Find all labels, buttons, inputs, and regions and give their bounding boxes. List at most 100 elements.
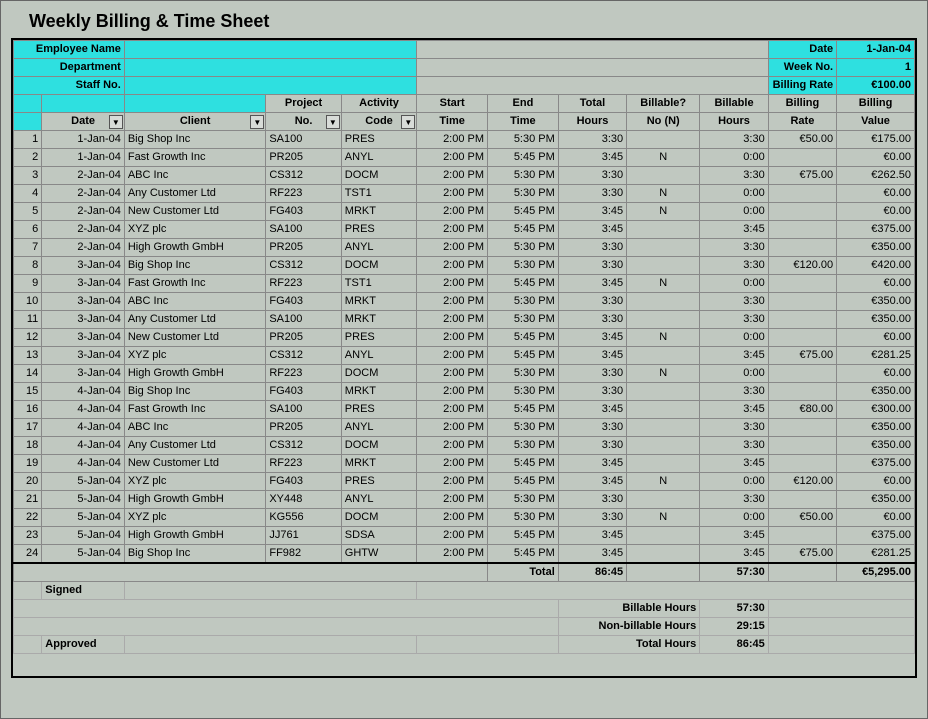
cell-end[interactable]: 5:30 PM (488, 257, 559, 275)
cell-billable-flag[interactable] (627, 401, 700, 419)
cell-client[interactable]: High Growth GmbH (124, 239, 266, 257)
cell-client[interactable]: ABC Inc (124, 293, 266, 311)
cell-project[interactable]: SA100 (266, 311, 341, 329)
cell-project[interactable]: RF223 (266, 185, 341, 203)
cell-start[interactable]: 2:00 PM (417, 185, 488, 203)
cell-activity[interactable]: DOCM (341, 167, 416, 185)
cell-start[interactable]: 2:00 PM (417, 329, 488, 347)
cell-start[interactable]: 2:00 PM (417, 149, 488, 167)
cell-project[interactable]: PR205 (266, 329, 341, 347)
cell-billing-rate[interactable] (768, 329, 836, 347)
cell-client[interactable]: XYZ plc (124, 509, 266, 527)
cell-start[interactable]: 2:00 PM (417, 473, 488, 491)
cell-project[interactable]: JJ761 (266, 527, 341, 545)
cell-start[interactable]: 2:00 PM (417, 221, 488, 239)
cell-billable-flag[interactable] (627, 311, 700, 329)
cell-activity[interactable]: PRES (341, 131, 416, 149)
cell-billing-rate[interactable] (768, 185, 836, 203)
cell-date[interactable]: 2-Jan-04 (42, 203, 125, 221)
filter-icon[interactable]: ▼ (401, 115, 415, 129)
cell-end[interactable]: 5:30 PM (488, 185, 559, 203)
cell-end[interactable]: 5:45 PM (488, 149, 559, 167)
cell-date[interactable]: 3-Jan-04 (42, 347, 125, 365)
cell-client[interactable]: High Growth GmbH (124, 365, 266, 383)
approved-line[interactable] (124, 636, 416, 654)
cell-billing-rate[interactable]: €50.00 (768, 509, 836, 527)
cell-date[interactable]: 4-Jan-04 (42, 401, 125, 419)
cell-client[interactable]: New Customer Ltd (124, 203, 266, 221)
filter-icon[interactable]: ▼ (109, 115, 123, 129)
cell-billing-rate[interactable]: €75.00 (768, 347, 836, 365)
cell-client[interactable]: Any Customer Ltd (124, 311, 266, 329)
cell-billable-flag[interactable]: N (627, 473, 700, 491)
cell-project[interactable]: CS312 (266, 347, 341, 365)
cell-date[interactable]: 2-Jan-04 (42, 239, 125, 257)
cell-client[interactable]: High Growth GmbH (124, 491, 266, 509)
cell-project[interactable]: PR205 (266, 419, 341, 437)
cell-date[interactable]: 3-Jan-04 (42, 365, 125, 383)
cell-client[interactable]: Fast Growth Inc (124, 149, 266, 167)
cell-billable-flag[interactable] (627, 491, 700, 509)
cell-billable-flag[interactable] (627, 437, 700, 455)
cell-client[interactable]: Fast Growth Inc (124, 401, 266, 419)
cell-project[interactable]: FG403 (266, 383, 341, 401)
cell-client[interactable]: XYZ plc (124, 221, 266, 239)
cell-date[interactable]: 5-Jan-04 (42, 491, 125, 509)
cell-date[interactable]: 3-Jan-04 (42, 329, 125, 347)
cell-billable-flag[interactable]: N (627, 275, 700, 293)
cell-project[interactable]: PR205 (266, 239, 341, 257)
cell-end[interactable]: 5:30 PM (488, 509, 559, 527)
cell-project[interactable]: RF223 (266, 455, 341, 473)
cell-project[interactable]: CS312 (266, 437, 341, 455)
cell-client[interactable]: New Customer Ltd (124, 455, 266, 473)
cell-billing-rate[interactable] (768, 383, 836, 401)
cell-start[interactable]: 2:00 PM (417, 311, 488, 329)
cell-billing-rate[interactable] (768, 491, 836, 509)
cell-billing-rate[interactable] (768, 527, 836, 545)
cell-billable-flag[interactable] (627, 239, 700, 257)
cell-billable-flag[interactable] (627, 383, 700, 401)
cell-activity[interactable]: MRKT (341, 455, 416, 473)
cell-end[interactable]: 5:30 PM (488, 383, 559, 401)
cell-client[interactable]: XYZ plc (124, 473, 266, 491)
cell-client[interactable]: Big Shop Inc (124, 545, 266, 564)
cell-start[interactable]: 2:00 PM (417, 401, 488, 419)
cell-project[interactable]: FG403 (266, 293, 341, 311)
cell-date[interactable]: 3-Jan-04 (42, 275, 125, 293)
cell-end[interactable]: 5:30 PM (488, 239, 559, 257)
cell-billing-rate[interactable] (768, 221, 836, 239)
cell-client[interactable]: Big Shop Inc (124, 131, 266, 149)
cell-date[interactable]: 5-Jan-04 (42, 473, 125, 491)
cell-billing-rate[interactable]: €75.00 (768, 167, 836, 185)
cell-billing-rate[interactable]: €50.00 (768, 131, 836, 149)
cell-billable-flag[interactable] (627, 527, 700, 545)
cell-project[interactable]: FG403 (266, 203, 341, 221)
cell-billing-rate[interactable]: €120.00 (768, 473, 836, 491)
cell-project[interactable]: KG556 (266, 509, 341, 527)
cell-end[interactable]: 5:30 PM (488, 311, 559, 329)
cell-activity[interactable]: DOCM (341, 365, 416, 383)
cell-start[interactable]: 2:00 PM (417, 257, 488, 275)
cell-date[interactable]: 4-Jan-04 (42, 437, 125, 455)
cell-start[interactable]: 2:00 PM (417, 383, 488, 401)
filter-icon[interactable]: ▼ (250, 115, 264, 129)
cell-start[interactable]: 2:00 PM (417, 545, 488, 564)
col-project-2[interactable]: No.▼ (266, 113, 341, 131)
cell-date[interactable]: 1-Jan-04 (42, 149, 125, 167)
cell-project[interactable]: XY448 (266, 491, 341, 509)
cell-activity[interactable]: DOCM (341, 437, 416, 455)
cell-project[interactable]: SA100 (266, 221, 341, 239)
cell-start[interactable]: 2:00 PM (417, 419, 488, 437)
cell-billing-rate[interactable] (768, 293, 836, 311)
cell-end[interactable]: 5:30 PM (488, 491, 559, 509)
cell-end[interactable]: 5:45 PM (488, 473, 559, 491)
cell-end[interactable]: 5:30 PM (488, 437, 559, 455)
signed-line[interactable] (124, 582, 416, 600)
cell-project[interactable]: FG403 (266, 473, 341, 491)
cell-date[interactable]: 2-Jan-04 (42, 221, 125, 239)
cell-client[interactable]: ABC Inc (124, 167, 266, 185)
cell-project[interactable]: PR205 (266, 149, 341, 167)
cell-project[interactable]: SA100 (266, 131, 341, 149)
cell-start[interactable]: 2:00 PM (417, 167, 488, 185)
cell-billable-flag[interactable]: N (627, 203, 700, 221)
